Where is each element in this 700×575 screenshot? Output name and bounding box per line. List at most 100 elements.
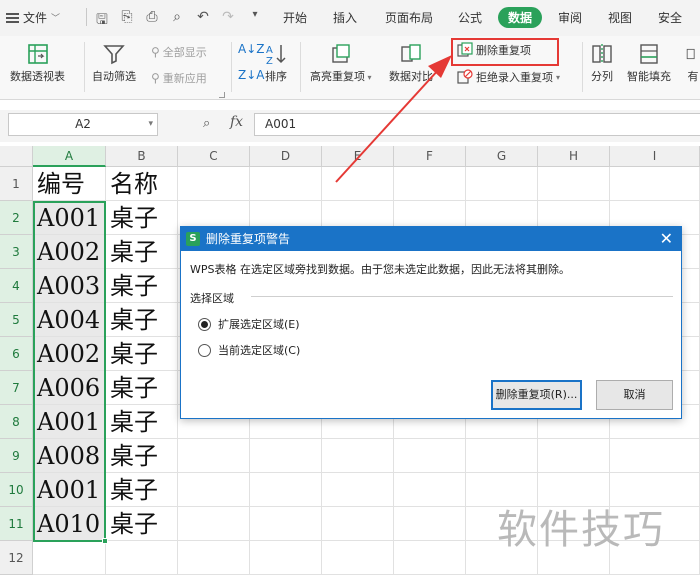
row-header-9[interactable]: 9 <box>0 439 33 473</box>
row-header-1[interactable]: 1 <box>0 167 33 201</box>
cell-h9[interactable] <box>538 439 610 473</box>
more-ribbon-button[interactable]: 有 <box>686 42 700 84</box>
name-box[interactable]: A2 ▾ <box>8 113 158 136</box>
customize-dropdown-icon[interactable]: ▾ <box>246 9 264 20</box>
tab-formula[interactable]: 公式 <box>458 9 482 26</box>
split-column-button[interactable]: 分列 <box>590 42 614 84</box>
column-header-g[interactable]: G <box>466 146 538 167</box>
tab-page-layout[interactable]: 页面布局 <box>385 9 433 26</box>
cell-g1[interactable] <box>466 167 538 201</box>
save-icon[interactable]: 🖫 <box>93 9 111 33</box>
sort-ascending-icon[interactable]: A↓Z <box>238 42 264 56</box>
tab-view[interactable]: 视图 <box>608 9 632 26</box>
zoom-search-icon[interactable]: ⌕ <box>203 116 210 131</box>
cell-e9[interactable] <box>322 439 394 473</box>
data-compare-button[interactable]: 数据对比 <box>389 42 433 84</box>
cell-g9[interactable] <box>466 439 538 473</box>
tab-data[interactable]: 数据 <box>498 7 543 28</box>
cell-d1[interactable] <box>250 167 322 201</box>
column-header-e[interactable]: E <box>322 146 394 167</box>
tab-insert[interactable]: 插入 <box>333 9 357 26</box>
cell-f11[interactable] <box>394 507 466 541</box>
tab-security[interactable]: 安全 <box>658 9 682 26</box>
cell-c10[interactable] <box>178 473 250 507</box>
cell-i9[interactable] <box>610 439 700 473</box>
cell-c9[interactable] <box>178 439 250 473</box>
select-all-corner[interactable] <box>0 146 33 167</box>
cell-c1[interactable] <box>178 167 250 201</box>
expand-selection-option[interactable]: 扩展选定区域(E) <box>198 316 300 332</box>
cell-e10[interactable] <box>322 473 394 507</box>
cell-b11[interactable]: 桌子 <box>106 507 178 541</box>
cell-b4[interactable]: 桌子 <box>106 269 178 303</box>
cell-a8[interactable]: A001 <box>33 405 106 439</box>
column-header-d[interactable]: D <box>250 146 322 167</box>
cell-f9[interactable] <box>394 439 466 473</box>
current-selection-option[interactable]: 当前选定区域(C) <box>198 342 300 358</box>
remove-duplicates-confirm-button[interactable]: 删除重复项(R)... <box>491 380 582 410</box>
column-header-a[interactable]: A <box>33 146 106 167</box>
cell-c12[interactable] <box>178 541 250 575</box>
cell-d11[interactable] <box>250 507 322 541</box>
cell-b5[interactable]: 桌子 <box>106 303 178 337</box>
cell-a7[interactable]: A006 <box>33 371 106 405</box>
cell-b3[interactable]: 桌子 <box>106 235 178 269</box>
row-header-5[interactable]: 5 <box>0 303 33 337</box>
column-header-f[interactable]: F <box>394 146 466 167</box>
cell-h1[interactable] <box>538 167 610 201</box>
sort-button[interactable]: A Z 排序 <box>264 42 288 84</box>
cancel-button[interactable]: 取消 <box>596 380 673 410</box>
cell-a4[interactable]: A003 <box>33 269 106 303</box>
cell-a5[interactable]: A004 <box>33 303 106 337</box>
row-header-4[interactable]: 4 <box>0 269 33 303</box>
cell-a9[interactable]: A008 <box>33 439 106 473</box>
show-all-button[interactable]: ⚲ 全部显示 <box>151 44 207 60</box>
cell-b2[interactable]: 桌子 <box>106 201 178 235</box>
close-icon[interactable]: ✕ <box>660 227 673 251</box>
cell-f12[interactable] <box>394 541 466 575</box>
cell-b8[interactable]: 桌子 <box>106 405 178 439</box>
cell-a11[interactable]: A010 <box>33 507 106 541</box>
column-header-c[interactable]: C <box>178 146 250 167</box>
cell-d9[interactable] <box>250 439 322 473</box>
highlight-duplicates-button[interactable]: 高亮重复项 ▾ <box>310 42 372 84</box>
cell-a2[interactable]: A001 <box>33 201 106 235</box>
cell-b9[interactable]: 桌子 <box>106 439 178 473</box>
cell-d10[interactable] <box>250 473 322 507</box>
format-painter-icon[interactable]: ⎘ <box>118 9 136 25</box>
row-header-3[interactable]: 3 <box>0 235 33 269</box>
row-header-8[interactable]: 8 <box>0 405 33 439</box>
expand-selection-radio[interactable] <box>198 317 211 331</box>
column-header-i[interactable]: I <box>610 146 700 167</box>
cell-b1[interactable]: 名称 <box>106 167 178 201</box>
row-header-6[interactable]: 6 <box>0 337 33 371</box>
formula-input[interactable]: A001 <box>254 113 700 136</box>
cell-a10[interactable]: A001 <box>33 473 106 507</box>
tab-review[interactable]: 审阅 <box>558 9 582 26</box>
cell-f10[interactable] <box>394 473 466 507</box>
row-header-12[interactable]: 12 <box>0 541 33 575</box>
cell-a1[interactable]: 编号 <box>33 167 106 201</box>
row-header-11[interactable]: 11 <box>0 507 33 541</box>
column-header-h[interactable]: H <box>538 146 610 167</box>
row-header-10[interactable]: 10 <box>0 473 33 507</box>
row-header-7[interactable]: 7 <box>0 371 33 405</box>
sort-descending-icon[interactable]: Z↓A <box>238 68 264 82</box>
cell-b12[interactable] <box>106 541 178 575</box>
cell-c11[interactable] <box>178 507 250 541</box>
reject-duplicates-button[interactable]: 拒绝录入重复项 ▾ <box>457 69 560 85</box>
cell-f1[interactable] <box>394 167 466 201</box>
tab-start[interactable]: 开始 <box>283 9 307 26</box>
column-header-b[interactable]: B <box>106 146 178 167</box>
pivot-table-button[interactable]: 数据透视表 <box>10 42 65 84</box>
cell-d12[interactable] <box>250 541 322 575</box>
fill-handle[interactable] <box>102 538 108 544</box>
print-preview-icon[interactable]: ⌕ <box>168 9 186 25</box>
cell-a3[interactable]: A002 <box>33 235 106 269</box>
undo-icon[interactable]: ↶ <box>194 9 212 25</box>
reapply-button[interactable]: ⚲ 重新应用 <box>151 70 207 86</box>
cell-a12[interactable] <box>33 541 106 575</box>
current-selection-radio[interactable] <box>198 343 211 357</box>
redo-icon[interactable]: ↷ <box>219 9 237 25</box>
cell-a6[interactable]: A002 <box>33 337 106 371</box>
